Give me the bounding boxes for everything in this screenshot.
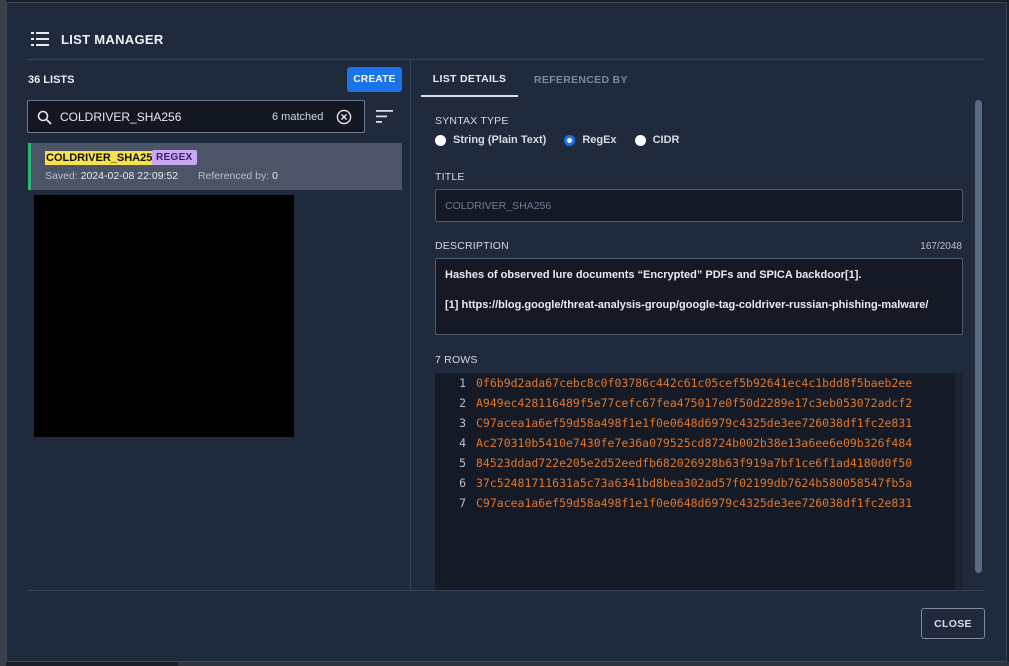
line-number: 4 <box>459 436 466 450</box>
scrollbar[interactable] <box>975 100 982 573</box>
editor-scroll-track <box>955 373 963 590</box>
hash-value: A949ec428116489f5e77cefc67fea475017e0f50… <box>476 396 913 410</box>
code-row: 2 A949ec428116489f5e77cefc67fea475017e0f5… <box>435 393 963 413</box>
hash-value: 84523ddad722e205e2d52eedfb682026928b63f9… <box>476 456 913 470</box>
divider <box>27 59 985 60</box>
list-manager-modal: LIST MANAGER 36 LISTS CREATE 6 matched C… <box>6 2 1007 662</box>
description-char-count: 167/2048 <box>920 241 962 252</box>
line-number: 6 <box>459 476 466 490</box>
syntax-badge: REGEX <box>152 150 197 165</box>
search-icon <box>37 110 52 125</box>
code-row: 1 0f6b9d2ada67cebc8c0f03786c442c61c05cef5… <box>435 373 963 393</box>
radio-label: String (Plain Text) <box>453 134 547 146</box>
title-label: TITLE <box>435 171 465 183</box>
search-box: 6 matched <box>27 100 365 133</box>
close-button[interactable]: CLOSE <box>921 608 985 639</box>
match-count: 6 matched <box>272 111 324 123</box>
title-field[interactable]: COLDRIVER_SHA256 <box>435 189 963 222</box>
modal-title: LIST MANAGER <box>61 31 164 47</box>
tab-referenced-by[interactable]: REFERENCED BY <box>534 63 628 97</box>
radio-icon[interactable] <box>435 134 446 146</box>
clear-search-icon[interactable] <box>336 109 352 125</box>
modal-header: LIST MANAGER <box>31 31 164 47</box>
list-item-name: COLDRIVER_SHA256 <box>45 151 160 165</box>
radio-icon[interactable] <box>634 134 646 146</box>
search-input[interactable] <box>60 107 260 127</box>
hash-value: 37c52481711631a5c73a6341bd8bea302ad57f02… <box>476 476 913 490</box>
syntax-type-radios: String (Plain Text) RegEx CIDR <box>435 134 697 146</box>
tab-list-details[interactable]: LIST DETAILS <box>421 63 518 97</box>
code-row: 5 84523ddad722e205e2d52eedfb682026928b63f… <box>435 453 963 473</box>
divider <box>27 590 985 591</box>
saved-value: 2024-02-08 22:09:52 <box>80 170 179 182</box>
radio-cidr[interactable]: CIDR <box>634 134 680 146</box>
description-line: [1] https://blog.google/threat-analysis-… <box>445 299 929 311</box>
hash-value: 0f6b9d2ada67cebc8c0f03786c442c61c05cef5b… <box>476 376 913 390</box>
line-number: 7 <box>459 496 466 510</box>
line-number: 2 <box>459 396 466 410</box>
radio-regex[interactable]: RegEx <box>564 134 617 146</box>
radio-selected-icon[interactable] <box>564 134 576 146</box>
redacted-area <box>34 195 294 437</box>
line-number: 5 <box>459 456 466 470</box>
rows-list: 1 0f6b9d2ada67cebc8c0f03786c442c61c05cef5… <box>435 373 963 513</box>
rows-label: 7 ROWS <box>435 354 478 366</box>
hash-value: C97acea1a6ef59d58a498f1e1f0e0648d6979c43… <box>476 496 913 510</box>
list-count: 36 LISTS <box>28 74 75 86</box>
hash-value: Ac270310b5410e7430fe7e36a079525cd8724b00… <box>476 436 913 450</box>
code-row: 4 Ac270310b5410e7430fe7e36a079525cd8724b0… <box>435 433 963 453</box>
create-button[interactable]: CREATE <box>347 67 402 92</box>
backdrop-edge <box>178 662 1009 666</box>
hash-value: C97acea1a6ef59d58a498f1e1f0e0648d6979c43… <box>476 416 913 430</box>
rows-editor[interactable]: 1 0f6b9d2ada67cebc8c0f03786c442c61c05cef5… <box>435 373 963 590</box>
radio-string[interactable]: String (Plain Text) <box>435 134 546 146</box>
code-row: 3 C97acea1a6ef59d58a498f1e1f0e0648d6979c4… <box>435 413 963 433</box>
description-line: Hashes of observed lure documents “Encry… <box>445 269 862 281</box>
radio-label: CIDR <box>652 134 680 146</box>
line-number: 1 <box>459 376 466 390</box>
radio-label: RegEx <box>582 134 617 146</box>
sort-icon[interactable] <box>376 110 393 123</box>
code-row: 6 37c52481711631a5c73a6341bd8bea302ad57f0… <box>435 473 963 493</box>
line-number: 3 <box>459 416 466 430</box>
pane-divider <box>410 60 411 590</box>
syntax-type-label: SYNTAX TYPE <box>435 115 509 127</box>
description-label: DESCRIPTION <box>435 240 509 252</box>
list-item[interactable]: COLDRIVER_SHA256 REGEX Saved: 2024-02-08… <box>28 143 402 190</box>
code-row: 7 C97acea1a6ef59d58a498f1e1f0e0648d6979c4… <box>435 493 963 513</box>
referenced-label: Referenced by: <box>197 170 270 182</box>
list-item-meta: Saved: 2024-02-08 22:09:52 Referenced by… <box>45 170 278 182</box>
title-value: COLDRIVER_SHA256 <box>445 200 552 212</box>
saved-label: Saved: <box>45 170 78 182</box>
referenced-value: 0 <box>272 170 278 182</box>
list-icon <box>31 32 49 46</box>
description-field[interactable]: Hashes of observed lure documents “Encry… <box>435 258 963 335</box>
